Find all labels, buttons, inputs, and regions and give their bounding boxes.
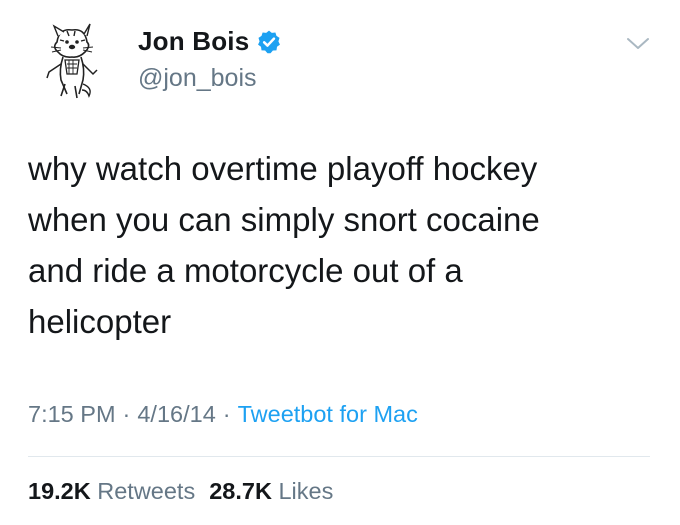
retweets-count: 19.2K [28, 478, 91, 504]
display-name[interactable]: Jon Bois [138, 26, 249, 57]
cartoon-tiger-avatar-icon [46, 23, 98, 99]
retweets-stat[interactable]: 19.2K Retweets [28, 478, 195, 504]
verified-badge-icon [258, 30, 281, 53]
author-name-row[interactable]: Jon Bois [138, 26, 282, 57]
retweets-label: Retweets [97, 478, 196, 504]
tweet-time[interactable]: 7:15 PM [28, 401, 116, 427]
tweet-text-line: and ride a motorcycle out of a [28, 252, 463, 289]
meta-separator: · [122, 401, 131, 427]
likes-stat[interactable]: 28.7K Likes [209, 478, 333, 504]
tweet-text: why watch overtime playoff hockey when y… [28, 143, 658, 347]
tweet-text-line: when you can simply snort cocaine [28, 201, 540, 238]
likes-label: Likes [278, 478, 334, 504]
avatar[interactable] [27, 14, 117, 104]
tweet-stats: 19.2K Retweets 28.7K Likes [28, 478, 333, 505]
tweet-text-line: helicopter [28, 303, 172, 340]
tweet-card: Jon Bois @jon_bois why watch overtime pl… [0, 0, 680, 525]
tweet-text-line: why watch overtime playoff hockey [28, 150, 538, 187]
stats-divider [28, 456, 650, 457]
meta-separator: · [222, 401, 231, 427]
tweet-metadata: 7:15 PM · 4/16/14 · Tweetbot for Mac [28, 401, 418, 428]
tweet-date[interactable]: 4/16/14 [137, 401, 215, 427]
chevron-down-icon[interactable] [626, 36, 650, 52]
tweet-source-link[interactable]: Tweetbot for Mac [238, 401, 418, 427]
likes-count: 28.7K [209, 478, 272, 504]
user-handle[interactable]: @jon_bois [138, 64, 257, 93]
